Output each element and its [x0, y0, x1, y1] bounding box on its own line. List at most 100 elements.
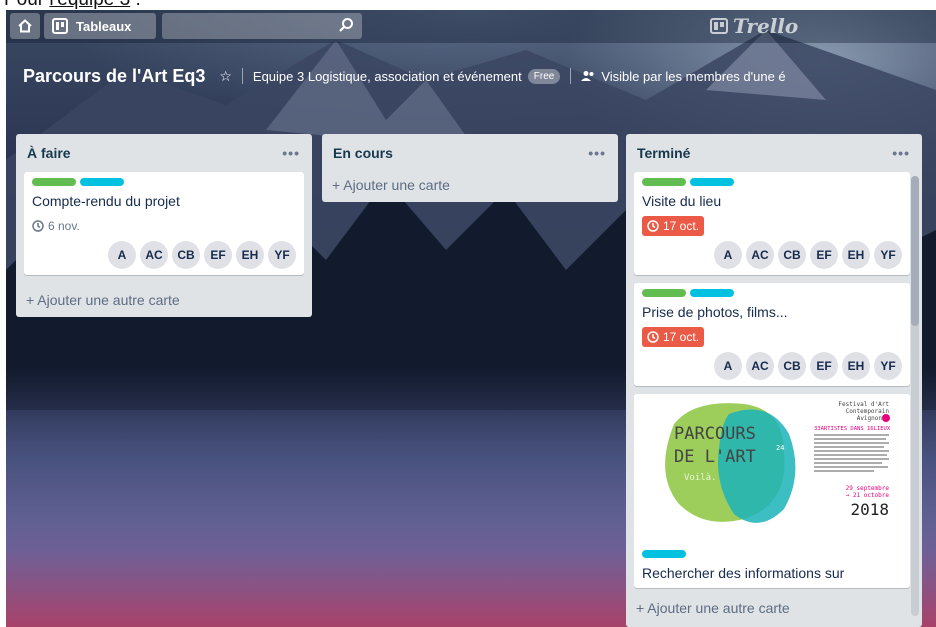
board-title[interactable]: Parcours de l'Art Eq3 — [23, 66, 205, 87]
label-green — [32, 178, 76, 186]
avatar[interactable]: AC — [140, 241, 168, 269]
poster-festival-line: Contemporain — [846, 408, 890, 415]
logo-text: Trello — [733, 14, 799, 38]
list-en-cours: En cours ••• + Ajouter une carte — [322, 134, 618, 202]
poster-title-line1: PARCOURS — [674, 424, 756, 444]
scrollbar-thumb[interactable] — [911, 176, 919, 326]
poster-festival-line: Festival d'Art — [838, 401, 889, 408]
list-menu-icon[interactable]: ••• — [892, 145, 910, 161]
poster-title-line2: DE L'ART — [674, 447, 756, 467]
due-date: 17 oct. — [663, 330, 700, 344]
avatar[interactable]: EH — [842, 241, 870, 269]
caption-suffix: : — [130, 0, 140, 10]
card[interactable]: Prise de photos, films... 17 oct. A AC C… — [634, 283, 910, 386]
poster-tagline: Voilà. — [684, 473, 717, 483]
avatar[interactable]: A — [714, 352, 742, 380]
label-cyan — [80, 178, 124, 186]
card-members: A AC CB EF EH YF — [32, 241, 296, 269]
divider — [241, 68, 243, 84]
visibility-label: Visible par les membres d'une é — [601, 68, 786, 84]
avatar[interactable]: EF — [810, 352, 838, 380]
label-green — [642, 178, 686, 186]
clock-icon — [647, 220, 659, 232]
home-icon — [18, 19, 32, 33]
card-with-cover[interactable]: PARCOURS DE L'ART 24 Voilà. Festival d'A… — [634, 394, 910, 588]
team-name[interactable]: Equipe 3 Logistique, association et évén… — [253, 69, 522, 84]
add-card-button[interactable]: + Ajouter une carte — [330, 168, 610, 202]
avatar[interactable]: YF — [874, 352, 902, 380]
card-members: A AC CB EF EH YF — [642, 352, 902, 380]
list-header[interactable]: En cours ••• — [330, 134, 610, 172]
visibility-button[interactable]: Visible par les membres d'une é — [581, 68, 786, 84]
list-header[interactable]: Terminé ••• — [634, 134, 914, 172]
avatar[interactable]: EH — [842, 352, 870, 380]
avatar[interactable]: A — [108, 241, 136, 269]
clock-icon — [647, 331, 659, 343]
avatar[interactable]: A — [714, 241, 742, 269]
avatar[interactable]: CB — [778, 352, 806, 380]
document-caption: Pour l'équipe 3 : — [0, 0, 141, 10]
label-cyan — [690, 289, 734, 297]
avatar[interactable]: EH — [236, 241, 264, 269]
poster-date: 29 septembre — [846, 485, 890, 492]
trello-logo[interactable]: Trello — [710, 13, 798, 39]
list-menu-icon[interactable]: ••• — [588, 145, 606, 161]
team-visibility-icon — [581, 71, 594, 81]
due-date: 6 nov. — [48, 219, 80, 233]
due-date-badge: 17 oct. — [642, 216, 705, 236]
avatar[interactable]: CB — [172, 241, 200, 269]
list-title: Terminé — [637, 145, 691, 161]
label-cyan — [642, 550, 686, 558]
due-date: 17 oct. — [663, 219, 700, 233]
card[interactable]: Compte-rendu du projet 6 nov. A AC CB EF… — [24, 172, 304, 275]
list-scrollbar[interactable] — [911, 176, 919, 616]
add-card-button[interactable]: + Ajouter une autre carte — [24, 283, 304, 317]
poster-year: 2018 — [850, 500, 889, 519]
card-cover-image: PARCOURS DE L'ART 24 Voilà. Festival d'A… — [634, 394, 910, 544]
star-icon[interactable]: ☆ — [219, 68, 232, 85]
trello-board-screenshot: Tableaux Trello Parcours de l'Art Eq3 ☆ … — [6, 10, 936, 627]
card-title: Visite du lieu — [642, 193, 722, 209]
search-icon — [339, 18, 353, 32]
card-title: Rechercher des informations sur — [642, 565, 845, 581]
list-cards-scroll: Visite du lieu 17 oct. A AC CB EF EH YF … — [634, 172, 922, 591]
poster-edition: 24 — [776, 444, 784, 452]
label-cyan — [690, 178, 734, 186]
avatar[interactable]: AC — [746, 352, 774, 380]
caption-prefix: Pour — [4, 0, 49, 10]
card-members: A AC CB EF EH YF — [642, 241, 902, 269]
avatar[interactable]: AC — [746, 241, 774, 269]
poster-date: → 21 octobre — [846, 492, 890, 499]
avatar[interactable]: YF — [874, 241, 902, 269]
board-header: Parcours de l'Art Eq3 ☆ Equipe 3 Logisti… — [6, 60, 936, 92]
boards-icon — [52, 18, 68, 34]
card-title: Compte-rendu du projet — [32, 193, 180, 209]
caption-underlined: l'équipe 3 — [49, 0, 130, 10]
top-header-bar: Tableaux Trello — [6, 10, 936, 43]
due-date-badge: 17 oct. — [642, 327, 705, 347]
card-title: Prise de photos, films... — [642, 304, 788, 320]
avatar[interactable]: EF — [810, 241, 838, 269]
trello-logo-icon — [710, 18, 728, 34]
clock-icon — [32, 220, 44, 232]
list-a-faire: À faire ••• Compte-rendu du projet 6 nov… — [16, 134, 312, 317]
team-plan-badge: Free — [527, 68, 561, 84]
avatar[interactable]: CB — [778, 241, 806, 269]
home-button[interactable] — [10, 13, 40, 39]
card[interactable]: Visite du lieu 17 oct. A AC CB EF EH YF — [634, 172, 910, 275]
list-header[interactable]: À faire ••• — [24, 134, 304, 172]
search-input[interactable] — [162, 13, 362, 39]
poster-artists: 33ARTISTES DANS 16LIEUX — [814, 426, 891, 432]
list-termine: Terminé ••• Visite du lieu 17 oct. A AC … — [626, 134, 922, 627]
festival-poster-image: PARCOURS DE L'ART 24 Voilà. Festival d'A… — [665, 401, 891, 523]
boards-button[interactable]: Tableaux — [44, 13, 156, 39]
poster-text-block — [814, 434, 889, 472]
list-title: En cours — [333, 145, 393, 161]
poster-festival-line: Avignon — [857, 415, 883, 422]
divider — [570, 68, 572, 84]
add-card-button[interactable]: + Ajouter une autre carte — [634, 591, 914, 625]
avatar[interactable]: EF — [204, 241, 232, 269]
boards-label: Tableaux — [76, 18, 132, 34]
avatar[interactable]: YF — [268, 241, 296, 269]
list-menu-icon[interactable]: ••• — [282, 145, 300, 161]
